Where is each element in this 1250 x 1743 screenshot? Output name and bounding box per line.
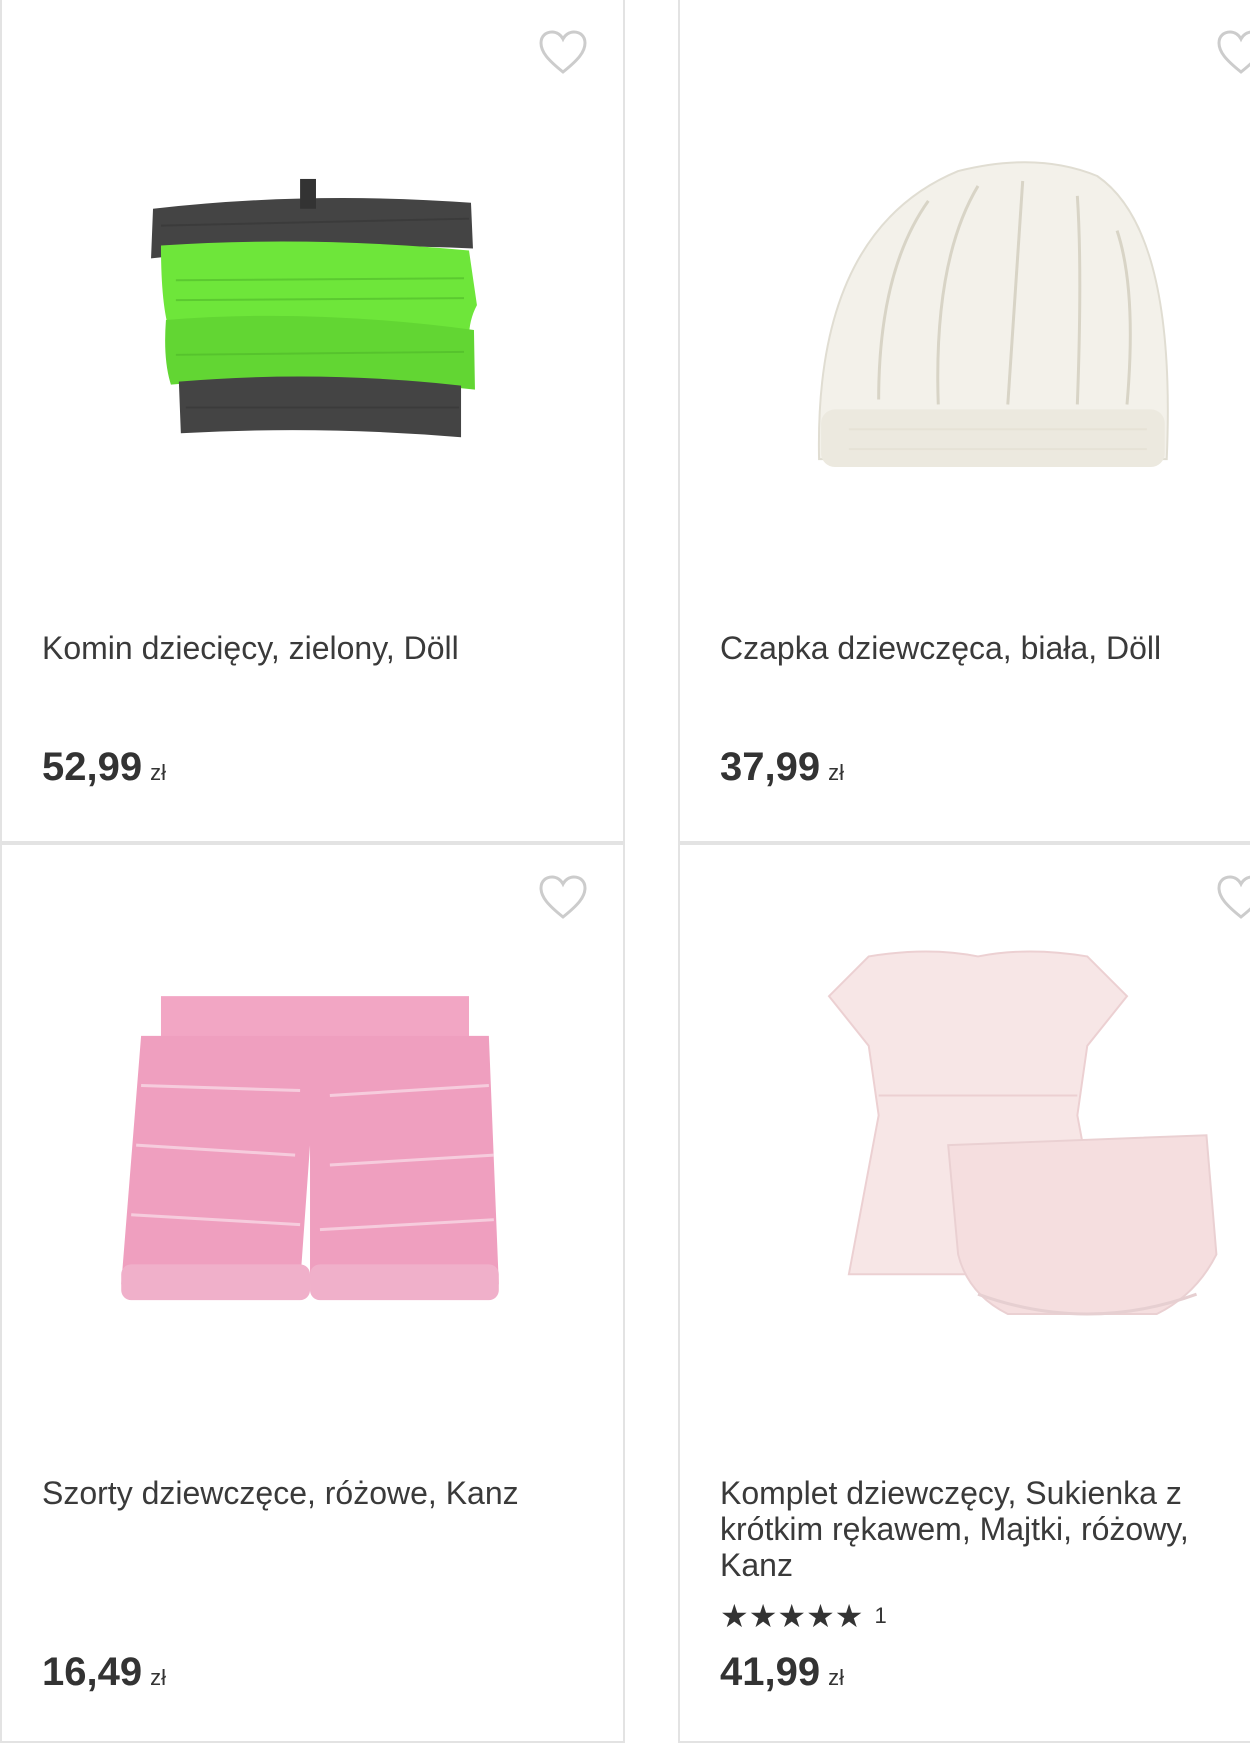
pink-dress-set-image [827,950,1218,1316]
heart-icon[interactable] [538,875,588,921]
product-price: 37,99 zł [720,745,844,789]
rating[interactable]: ★★★★★ 1 [720,1600,887,1632]
product-image[interactable] [680,935,1250,1405]
rating-count: 1 [874,1603,887,1628]
product-price: 16,49 zł [42,1650,166,1694]
product-title[interactable]: Komplet dziewczęcy, Sukienka z krótkim r… [720,1475,1250,1583]
heart-icon[interactable] [1216,30,1250,76]
product-title[interactable]: Komin dziecięcy, zielony, Döll [42,630,582,666]
product-title[interactable]: Czapka dziewczęca, biała, Döll [720,630,1250,666]
heart-icon[interactable] [1216,875,1250,921]
heart-icon[interactable] [538,30,588,76]
product-price: 41,99 zł [720,1650,844,1694]
pink-shorts-image [121,996,499,1301]
product-title[interactable]: Szorty dziewczęce, różowe, Kanz [42,1475,582,1511]
product-image[interactable] [2,90,623,560]
green-snood-image [151,178,477,438]
product-card[interactable]: Czapka dziewczęca, biała, Döll 37,99 zł [678,0,1250,843]
white-knit-hat-image [817,161,1169,468]
product-card[interactable]: Szorty dziewczęce, różowe, Kanz 16,49 zł [0,843,625,1743]
product-grid: Komin dziecięcy, zielony, Döll 52,99zł [0,0,1250,1743]
rating-stars-icon: ★★★★★ [720,1598,864,1634]
product-card[interactable]: Komplet dziewczęcy, Sukienka z krótkim r… [678,843,1250,1743]
product-image[interactable] [2,935,623,1405]
product-image[interactable] [680,90,1250,560]
product-card[interactable]: Komin dziecięcy, zielony, Döll 52,99 zł [0,0,625,843]
product-price: 52,99 zł [42,745,166,789]
